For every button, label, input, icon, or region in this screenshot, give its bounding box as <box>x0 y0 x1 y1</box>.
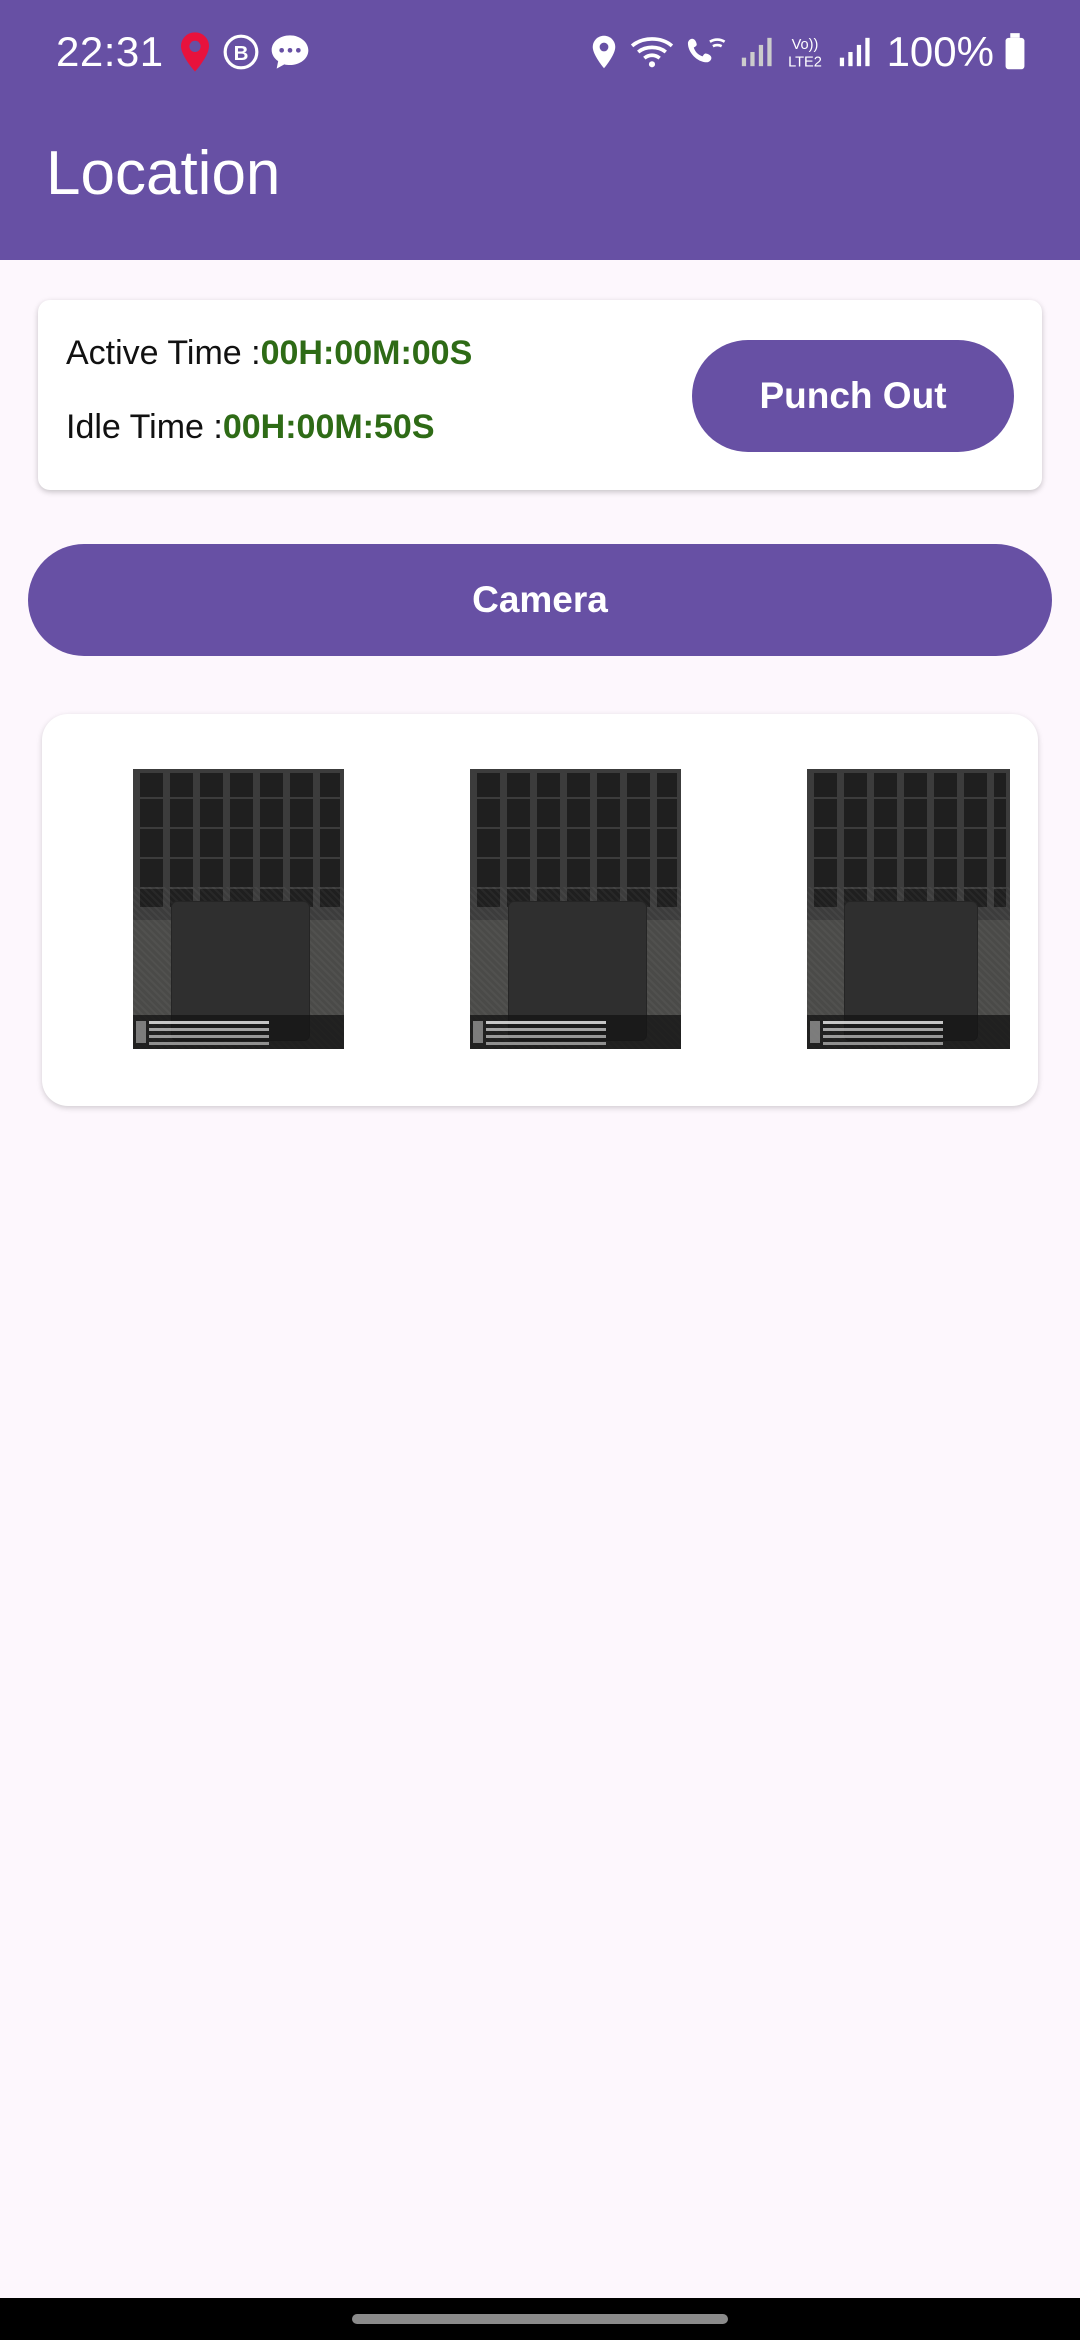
signal-icon <box>837 35 871 69</box>
photo-thumbnail-3[interactable] <box>807 769 1010 1049</box>
active-time-label: Active Time : <box>66 334 261 372</box>
page-title: Location <box>46 139 281 208</box>
battery-percent: 100% <box>886 28 994 75</box>
camera-button[interactable]: Camera <box>28 544 1052 656</box>
svg-text:Vo)): Vo)) <box>791 37 818 53</box>
active-time-row: Active Time :00H:00M:00S <box>66 334 472 373</box>
status-bar: 22:31 B Vo)) LTE2 100% <box>0 0 1080 104</box>
svg-text:LTE2: LTE2 <box>788 55 822 71</box>
volte-icon: Vo)) LTE2 <box>783 33 827 71</box>
home-gesture-handle[interactable] <box>352 2314 728 2324</box>
timer-card: Active Time :00H:00M:00S Idle Time :00H:… <box>38 300 1042 490</box>
photo-thumbnail-2[interactable] <box>470 769 681 1049</box>
photo-caption <box>807 1015 1010 1049</box>
photo-caption <box>470 1015 681 1049</box>
photo-caption <box>133 1015 344 1049</box>
photos-list[interactable] <box>42 714 1038 1106</box>
b-badge-icon: B <box>222 33 260 71</box>
notification-icons: B <box>178 31 310 73</box>
active-time-value: 00H:00M:00S <box>260 334 473 372</box>
app-bar: 22:31 B Vo)) LTE2 100% Location <box>0 0 1080 260</box>
location-pin-icon <box>178 31 212 73</box>
idle-time-row: Idle Time :00H:00M:50S <box>66 408 435 447</box>
idle-time-value: 00H:00M:50S <box>222 408 435 446</box>
wifi-icon <box>629 33 675 71</box>
battery-icon <box>1004 33 1026 71</box>
signal-icon <box>739 35 773 69</box>
photo-thumbnail-1[interactable] <box>133 769 344 1049</box>
wifi-calling-icon <box>685 33 729 71</box>
svg-text:B: B <box>233 42 248 65</box>
punch-out-button[interactable]: Punch Out <box>692 340 1014 452</box>
system-icons: Vo)) LTE2 100% <box>589 28 1026 76</box>
location-icon <box>589 33 619 71</box>
status-time: 22:31 <box>56 28 164 75</box>
chat-bubble-icon <box>270 33 310 71</box>
idle-time-label: Idle Time : <box>66 408 223 446</box>
